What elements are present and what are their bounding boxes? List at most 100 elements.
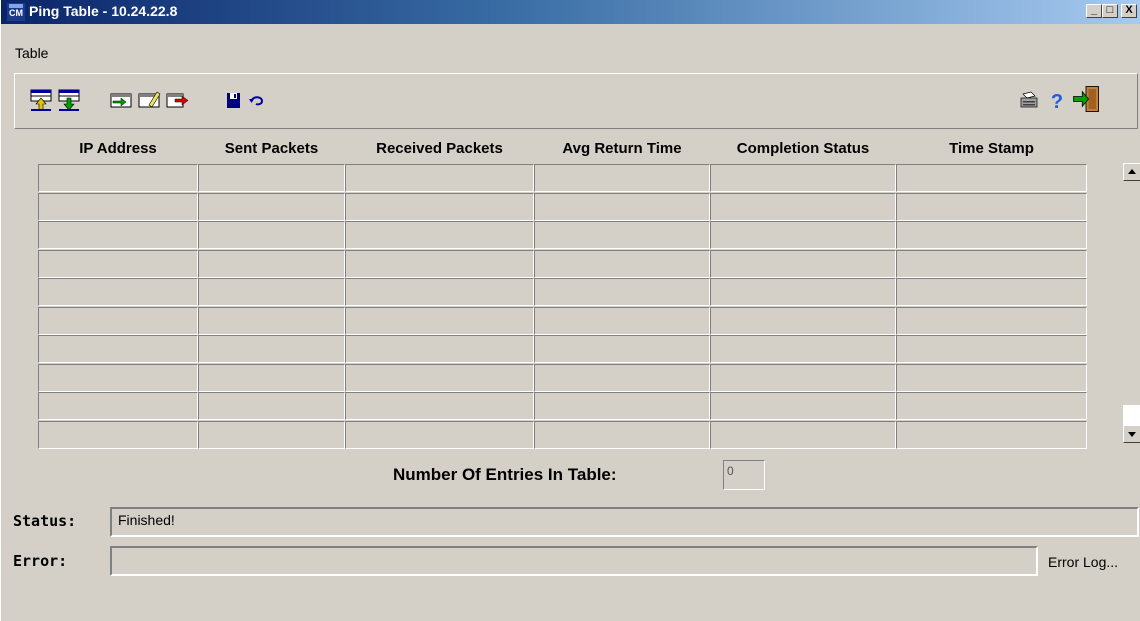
scroll-down-button[interactable] [1123,425,1140,443]
error-log-button[interactable]: Error Log... [1048,554,1118,570]
exit-icon[interactable] [1071,84,1101,114]
table-cell[interactable] [38,249,198,278]
scroll-up-button[interactable] [1123,163,1140,181]
table-cell[interactable] [345,363,534,392]
col-received-packets[interactable]: Received Packets [345,140,534,157]
table-cell[interactable] [896,392,1087,420]
table-cell[interactable] [534,363,710,392]
table-row[interactable] [38,335,1087,363]
table-cell[interactable] [710,335,896,363]
table-cell[interactable] [534,335,710,363]
table-cell[interactable] [534,221,710,249]
table-cell[interactable] [198,363,345,392]
table-cell[interactable] [198,278,345,306]
table-row[interactable] [38,278,1087,306]
menu-table[interactable]: Table [15,45,48,61]
ping-table-grid[interactable] [38,164,1087,449]
help-icon[interactable]: ? [1045,88,1069,112]
col-sent-packets[interactable]: Sent Packets [198,140,345,157]
table-cell[interactable] [710,363,896,392]
minimize-button[interactable]: _ [1086,4,1102,18]
table-cell[interactable] [345,392,534,420]
edit-entry-icon[interactable] [137,88,161,112]
table-cell[interactable] [896,420,1087,449]
table-cell[interactable] [198,192,345,221]
scroll-track[interactable] [1123,181,1140,405]
col-avg-return-time[interactable]: Avg Return Time [534,140,710,157]
table-cell[interactable] [710,164,896,192]
table-cell[interactable] [534,192,710,221]
upload-table-icon[interactable] [29,88,53,112]
table-cell[interactable] [38,363,198,392]
table-cell[interactable] [896,221,1087,249]
table-row[interactable] [38,392,1087,420]
table-cell[interactable] [345,335,534,363]
table-cell[interactable] [534,392,710,420]
table-cell[interactable] [198,420,345,449]
table-row[interactable] [38,164,1087,192]
table-cell[interactable] [345,420,534,449]
table-cell[interactable] [710,192,896,221]
svg-text:?: ? [1051,91,1063,112]
print-icon[interactable] [1017,88,1041,112]
table-cell[interactable] [345,192,534,221]
table-row[interactable] [38,306,1087,335]
table-cell[interactable] [198,306,345,335]
table-cell[interactable] [198,249,345,278]
table-cell[interactable] [345,249,534,278]
table-cell[interactable] [345,306,534,335]
table-cell[interactable] [534,164,710,192]
title-bar[interactable]: CM Ping Table - 10.24.22.8 _ □ X [1,0,1140,24]
table-cell[interactable] [198,335,345,363]
table-cell[interactable] [38,335,198,363]
table-cell[interactable] [896,335,1087,363]
table-cell[interactable] [710,221,896,249]
table-cell[interactable] [710,278,896,306]
table-cell[interactable] [710,249,896,278]
table-cell[interactable] [38,192,198,221]
maximize-button[interactable]: □ [1102,4,1118,18]
close-button[interactable]: X [1121,4,1137,18]
save-icon[interactable] [221,88,245,112]
table-cell[interactable] [896,164,1087,192]
table-cell[interactable] [38,278,198,306]
vertical-scrollbar[interactable] [1123,163,1140,443]
add-entry-icon[interactable] [109,88,133,112]
export-entry-icon[interactable] [165,88,189,112]
table-cell[interactable] [896,363,1087,392]
table-cell[interactable] [534,249,710,278]
table-cell[interactable] [345,164,534,192]
table-cell[interactable] [534,306,710,335]
table-cell[interactable] [38,420,198,449]
table-cell[interactable] [710,392,896,420]
table-cell[interactable] [534,420,710,449]
window-title: Ping Table - 10.24.22.8 [29,3,178,19]
col-completion-status[interactable]: Completion Status [710,140,896,157]
table-row[interactable] [38,249,1087,278]
table-cell[interactable] [198,164,345,192]
table-cell[interactable] [896,249,1087,278]
table-cell[interactable] [345,221,534,249]
col-time-stamp[interactable]: Time Stamp [896,140,1087,157]
table-row[interactable] [38,192,1087,221]
table-cell[interactable] [198,221,345,249]
table-row[interactable] [38,221,1087,249]
table-row[interactable] [38,363,1087,392]
table-cell[interactable] [345,278,534,306]
col-ip-address[interactable]: IP Address [39,140,197,157]
table-cell[interactable] [38,306,198,335]
table-cell[interactable] [38,392,198,420]
table-cell[interactable] [38,164,198,192]
table-cell[interactable] [896,306,1087,335]
download-table-icon[interactable] [57,88,81,112]
table-cell[interactable] [534,278,710,306]
status-field: Finished! [110,507,1139,537]
undo-icon[interactable] [245,88,269,112]
table-cell[interactable] [38,221,198,249]
table-cell[interactable] [710,420,896,449]
table-cell[interactable] [896,278,1087,306]
table-cell[interactable] [896,192,1087,221]
table-cell[interactable] [710,306,896,335]
table-cell[interactable] [198,392,345,420]
table-row[interactable] [38,420,1087,449]
